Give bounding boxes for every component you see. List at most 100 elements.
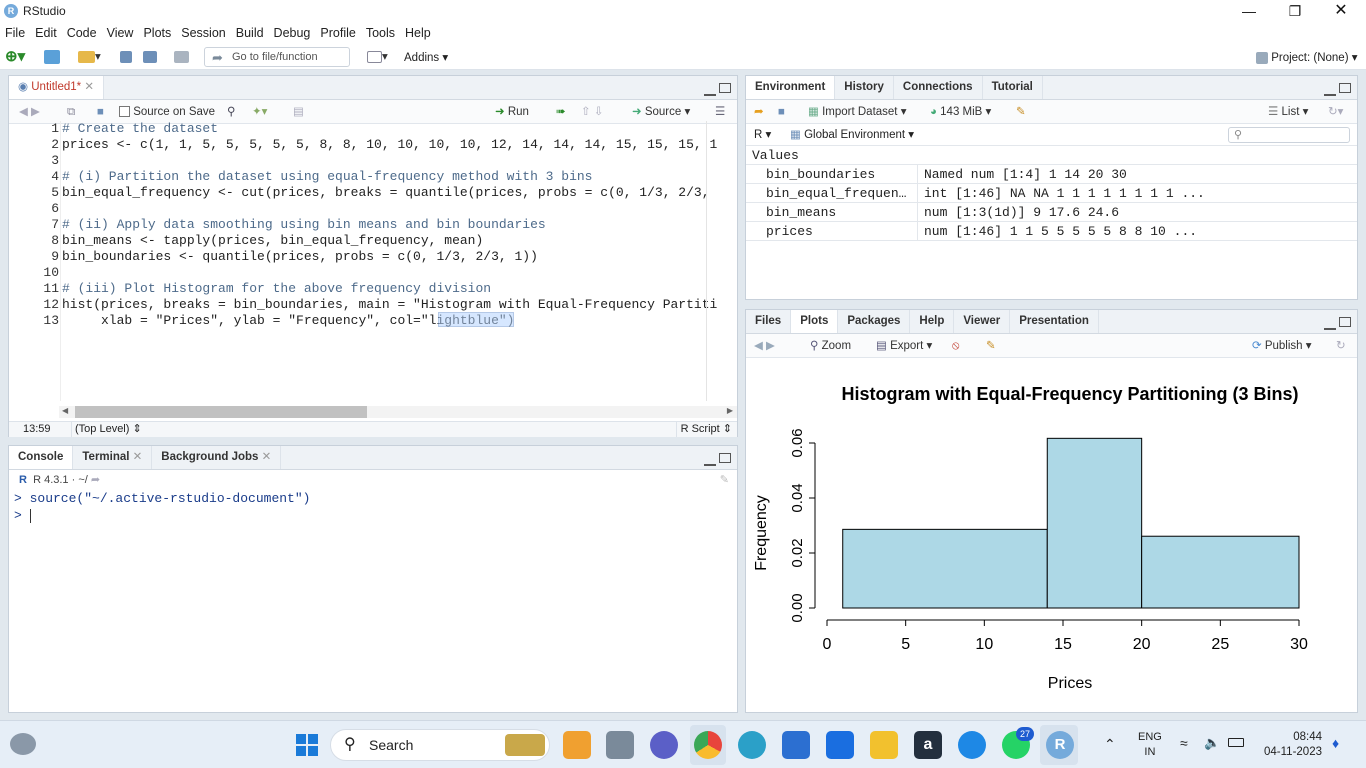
menu-code[interactable]: Code: [62, 22, 102, 44]
load-workspace-icon[interactable]: ➦: [754, 100, 764, 124]
menu-view[interactable]: View: [102, 22, 139, 44]
close-tab-icon[interactable]: ✕: [262, 451, 272, 463]
teams-chat-icon[interactable]: [650, 731, 678, 759]
file-explorer-icon[interactable]: [870, 731, 898, 759]
export-button[interactable]: ▤ Export ▾: [876, 334, 932, 358]
print-icon[interactable]: [174, 48, 189, 66]
wifi-icon[interactable]: ≈: [1180, 735, 1188, 751]
new-file-icon[interactable]: ⊕▾: [5, 48, 25, 66]
menu-debug[interactable]: Debug: [269, 22, 316, 44]
windows-start-icon[interactable]: [296, 734, 318, 756]
remove-plot-icon[interactable]: ⦸: [952, 334, 960, 358]
close-button[interactable]: ✕: [1318, 1, 1364, 21]
env-selector[interactable]: ▦ Global Environment ▾: [790, 124, 914, 146]
weather-icon[interactable]: [10, 733, 36, 755]
tab-viewer[interactable]: Viewer: [954, 310, 1011, 333]
workspace-panes-icon[interactable]: ▾: [367, 48, 388, 66]
publish-button[interactable]: ⟳ Publish ▾: [1252, 334, 1312, 358]
store-icon[interactable]: [782, 731, 810, 759]
restore-button[interactable]: ❐: [1272, 1, 1318, 21]
scope-selector[interactable]: (Top Level) ⇕: [71, 422, 142, 437]
taskbar-search-box[interactable]: ⚲ Search: [330, 729, 550, 761]
menu-tools[interactable]: Tools: [361, 22, 400, 44]
code-editor[interactable]: 1 2 3 4 5 6 7 8 9 10 11 12 13 # Create t…: [9, 121, 737, 401]
tab-tutorial[interactable]: Tutorial: [983, 76, 1043, 99]
edge-icon[interactable]: [738, 731, 766, 759]
chevron-up-icon[interactable]: ⌃: [1104, 736, 1116, 753]
tab-plots[interactable]: Plots: [791, 310, 839, 333]
env-min-max[interactable]: [1321, 82, 1351, 96]
save-workspace-icon[interactable]: ■: [778, 100, 785, 124]
source-on-save-checkbox[interactable]: [119, 106, 130, 118]
console-input[interactable]: >: [9, 507, 737, 524]
scope-label: (Top Level): [75, 423, 130, 435]
plots-min-max[interactable]: [1321, 316, 1351, 330]
menu-file[interactable]: File: [0, 22, 30, 44]
tab-untitled1[interactable]: ◉ Untitled1* ✕: [9, 76, 104, 99]
menu-session[interactable]: Session: [176, 22, 230, 44]
battery-icon[interactable]: [1228, 738, 1244, 747]
goto-file-input[interactable]: Go to file/function: [204, 47, 350, 67]
dropbox-icon[interactable]: [826, 731, 854, 759]
save-all-icon[interactable]: [143, 48, 157, 66]
rstudio-taskbar-icon[interactable]: R: [1046, 731, 1074, 759]
zoom-button[interactable]: ⚲ Zoom: [810, 334, 851, 358]
horizontal-scrollbar[interactable]: ◀ ▶: [59, 406, 737, 418]
close-tab-icon[interactable]: ✕: [84, 81, 94, 93]
copilot-app-icon[interactable]: [563, 731, 591, 759]
addins-menu[interactable]: Addins ▾: [404, 50, 448, 64]
tab-background-jobs[interactable]: Background Jobs ✕: [152, 446, 282, 469]
language-indicator[interactable]: ENG IN: [1138, 730, 1162, 760]
new-project-icon[interactable]: [44, 48, 60, 66]
prev-plot-icon[interactable]: ◀ ▶: [754, 334, 775, 358]
memory-usage[interactable]: ◕ 143 MiB ▾: [930, 100, 991, 124]
language-selector[interactable]: R ▾: [754, 124, 771, 146]
import-dataset-button[interactable]: ▦ Import Dataset ▾: [808, 100, 906, 124]
env-row[interactable]: bin_means num [1:3(1d)] 9 17.6 24.6: [746, 203, 1357, 222]
env-row[interactable]: bin_boundaries Named num [1:4] 1 14 20 30: [746, 165, 1357, 184]
save-icon[interactable]: [120, 48, 132, 66]
open-file-icon[interactable]: ▾: [78, 48, 101, 66]
menu-help[interactable]: Help: [400, 22, 436, 44]
task-view-icon[interactable]: [606, 731, 634, 759]
refresh-icon[interactable]: ↻▾: [1328, 100, 1343, 124]
list-view-toggle[interactable]: ☰ List ▾: [1268, 100, 1308, 124]
broom-icon[interactable]: ✎: [1016, 100, 1026, 124]
amazon-icon[interactable]: a: [914, 731, 942, 759]
editor-min-max[interactable]: [701, 82, 731, 96]
env-row[interactable]: prices num [1:46] 1 1 5 5 5 5 5 8 8 10 ..…: [746, 222, 1357, 241]
tab-terminal[interactable]: Terminal ✕: [73, 446, 153, 469]
console-min-max[interactable]: [701, 452, 731, 466]
env-row[interactable]: bin_equal_frequen… int [1:46] NA NA 1 1 1…: [746, 184, 1357, 203]
scroll-right-icon[interactable]: ▶: [727, 406, 733, 415]
menu-edit[interactable]: Edit: [30, 22, 62, 44]
tab-connections[interactable]: Connections: [894, 76, 983, 99]
menu-plots[interactable]: Plots: [138, 22, 176, 44]
menu-build[interactable]: Build: [231, 22, 269, 44]
tab-packages[interactable]: Packages: [838, 310, 911, 333]
volume-icon[interactable]: 🔈: [1204, 735, 1220, 751]
menu-profile[interactable]: Profile: [315, 22, 360, 44]
bell-icon[interactable]: ♦: [1332, 735, 1339, 751]
tab-untitled1-label: Untitled1*: [31, 81, 82, 93]
env-search-input[interactable]: ⚲: [1228, 127, 1350, 143]
clear-plots-icon[interactable]: ✎: [986, 334, 996, 358]
refresh-plot-icon[interactable]: ↻: [1336, 334, 1346, 358]
tab-presentation[interactable]: Presentation: [1010, 310, 1099, 333]
chrome-icon[interactable]: [694, 731, 722, 759]
go-to-dir-icon[interactable]: ➦: [91, 474, 100, 486]
help-icon[interactable]: [958, 731, 986, 759]
scrollbar-thumb[interactable]: [75, 406, 367, 418]
tab-files[interactable]: Files: [746, 310, 792, 333]
close-tab-icon[interactable]: ✕: [133, 451, 143, 463]
clock[interactable]: 08:44 04-11-2023: [1256, 730, 1322, 760]
tab-help[interactable]: Help: [910, 310, 955, 333]
file-type-selector[interactable]: R Script ⇕: [675, 422, 732, 437]
tab-history[interactable]: History: [835, 76, 894, 99]
tab-console[interactable]: Console: [9, 446, 74, 469]
tab-environment[interactable]: Environment: [746, 76, 836, 99]
scroll-left-icon[interactable]: ◀: [62, 406, 68, 415]
clear-console-icon[interactable]: ✎: [720, 470, 729, 490]
minimize-button[interactable]: —: [1226, 1, 1272, 21]
project-menu[interactable]: Project: (None) ▾: [1256, 50, 1358, 64]
